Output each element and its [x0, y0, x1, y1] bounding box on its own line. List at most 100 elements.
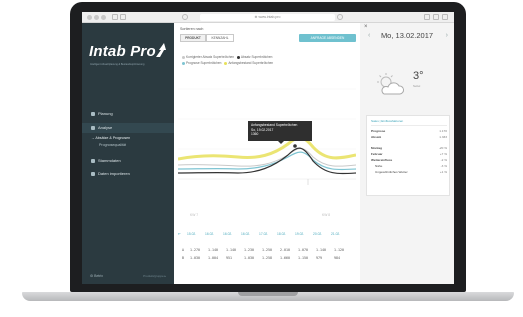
series-absatz-line — [178, 147, 356, 175]
sidebar-item-analyse[interactable]: Analyse — [82, 123, 174, 133]
legend-swatch — [182, 61, 185, 65]
new-tab-icon[interactable] — [442, 14, 448, 20]
table-row: A 1.270 1.140 1.140 1.230 1.250 2.010 1.… — [182, 248, 358, 254]
sidebar-item-stammdaten[interactable]: Stammdaten — [82, 156, 174, 166]
cell: 984 — [334, 256, 340, 260]
macbook-stage: MacBook ⊕ www.intab.pro Intab Pro Intell… — [0, 0, 523, 317]
cell: 1.140 — [226, 248, 236, 252]
x-tick: 15.02. — [187, 232, 197, 236]
logo-arrow-icon — [156, 43, 166, 57]
cell: 1.270 — [190, 248, 200, 252]
sidebar: Intab Pro Intelligent Absatzplanung & Be… — [82, 23, 174, 284]
chart-icon — [91, 125, 95, 130]
address-bar[interactable]: ⊕ www.intab.pro — [200, 14, 335, 21]
sidebar-item-label: Planung — [98, 111, 113, 116]
app-tagline: Intelligent Absatzplanung & Bestandsopti… — [90, 63, 145, 66]
factor-value: -20 % — [438, 146, 447, 150]
factor-row: Ungewöhnliches Wetter +1 % — [371, 170, 447, 175]
stat-row: Prognose 1.170 — [371, 129, 447, 134]
minimize-window-dot[interactable] — [94, 15, 99, 20]
legend-label[interactable]: Absatz Superbrötchen — [241, 55, 273, 59]
factor-row: Nähe -3 % — [371, 164, 447, 169]
x-tick: 21.02. — [331, 232, 341, 236]
cell: 1.030 — [244, 256, 254, 260]
factor-value: +7 % — [439, 152, 447, 156]
legend-label[interactable]: Prognose Superbrötchen — [186, 61, 221, 65]
calendar-icon — [91, 111, 95, 116]
database-icon — [91, 158, 95, 163]
table-row: B 1.030 1.004 951 1.030 1.258 1.660 1.15… — [182, 256, 358, 262]
maximize-window-dot[interactable] — [101, 15, 106, 20]
x-tick: 20.02. — [313, 232, 323, 236]
week-marker-right: KW 8 — [322, 213, 331, 217]
request-button[interactable]: ANFRAGE ABSENDEN — [299, 34, 356, 42]
factor-value: -2 % — [440, 158, 447, 162]
shield-icon[interactable] — [182, 14, 188, 20]
row-label: B — [182, 256, 184, 260]
panel-date: Mo, 13.02.2017 — [380, 31, 434, 40]
browser-toolbar: ⊕ www.intab.pro — [82, 12, 454, 23]
chart-tooltip: Anfangsbestand Superbrötchen So, 19.02.2… — [248, 121, 312, 144]
factors-card: Sales | Einflussfaktoren Prognose 1.170 … — [366, 115, 450, 196]
x-tick: 16.02. — [241, 232, 251, 236]
sidebar-item-label: Stammdaten — [98, 158, 121, 163]
chart-legend-row-1: Korrigierter Absatz Superbrötchen Absatz… — [180, 55, 272, 59]
week-marker-left: KW 7 — [190, 213, 199, 217]
factor-row: Wettereinfluss -2 % — [371, 158, 447, 163]
card-title[interactable]: Sales | Einflussfaktoren — [371, 119, 403, 123]
tabs-icon[interactable] — [433, 14, 439, 20]
user-menu[interactable]: ⚙ Betrix — [90, 274, 103, 278]
legend-swatch — [236, 55, 240, 59]
x-tick: 19.02. — [295, 232, 305, 236]
sidebar-subitem-prognosequalitaet[interactable]: Prognosequalität — [82, 143, 174, 147]
cell: 951 — [226, 256, 232, 260]
cell: 1.150 — [298, 256, 308, 260]
cell: 1.258 — [262, 256, 272, 260]
legend-label[interactable]: Korrigierter Absatz Superbrötchen — [186, 55, 234, 59]
stat-row: Absatz 1.333 — [371, 135, 447, 140]
sidebar-subitem-absaetze[interactable]: → Absätze & Prognosen — [82, 136, 174, 140]
sort-kennzahl-button[interactable]: KENNZAHL — [206, 34, 234, 42]
stat-value: 1.333 — [439, 135, 447, 139]
temperature: 3° — [413, 70, 424, 82]
app-logo[interactable]: Intab Pro — [89, 43, 156, 60]
row-label: A — [182, 248, 184, 252]
detail-panel: × ‹ Mo, 13.02.2017 › 3° Nebel Sales | Ei… — [360, 23, 454, 284]
legend-swatch — [182, 55, 185, 59]
cloud-sun-icon — [377, 73, 404, 95]
stat-label: Prognose — [371, 129, 386, 133]
sidebar-item-planung[interactable]: Planung — [82, 109, 174, 119]
factor-value: -3 % — [440, 164, 447, 168]
x-tick: 16.02. — [205, 232, 215, 236]
reload-icon[interactable] — [337, 14, 343, 20]
factor-row: Montag -20 % — [371, 146, 447, 151]
sidebar-item-label: Daten importieren — [98, 171, 130, 176]
x-tick: 17.02. — [259, 232, 269, 236]
legend-label[interactable]: Anfangsbestand Superbrötchen — [228, 61, 273, 65]
share-icon[interactable] — [424, 14, 430, 20]
chart-legend-row-2: Prognose Superbrötchen Anfangsbestand Su… — [180, 61, 273, 65]
close-window-dot[interactable] — [87, 15, 92, 20]
cell: 1.230 — [244, 248, 254, 252]
factor-label: Ungewöhnliches Wetter — [375, 170, 408, 174]
tooltip-value: 1360 — [251, 132, 259, 136]
back-icon[interactable] — [112, 14, 118, 20]
sidebar-item-label: Analyse — [98, 125, 113, 130]
sort-label: Sortieren nach — [180, 27, 204, 31]
factor-label: Februar — [371, 152, 383, 156]
sort-produkt-button[interactable]: PRODUKT — [180, 34, 206, 42]
forward-icon[interactable] — [120, 14, 126, 20]
divider — [371, 125, 447, 126]
x-tick: 16.02. — [223, 232, 233, 236]
sidebar-item-import[interactable]: Daten importieren — [82, 169, 174, 179]
factor-label: Nähe — [375, 164, 383, 168]
cell: 979 — [316, 256, 322, 260]
axis-icon: ⇤ — [178, 232, 181, 236]
main-content: Sortieren nach PRODUKT KENNZAHL ANFRAGE … — [174, 23, 360, 284]
cell: 1.070 — [298, 248, 308, 252]
temperature-label: Nebel — [413, 84, 421, 88]
sidebar-footer-link[interactable]: Produkt/gruppe ▸ — [143, 274, 166, 278]
laptop-screen: ⊕ www.intab.pro Intab Pro Intelligent Ab… — [82, 12, 454, 284]
cell: 1.120 — [334, 248, 344, 252]
chevron-right-icon[interactable]: › — [446, 30, 448, 42]
